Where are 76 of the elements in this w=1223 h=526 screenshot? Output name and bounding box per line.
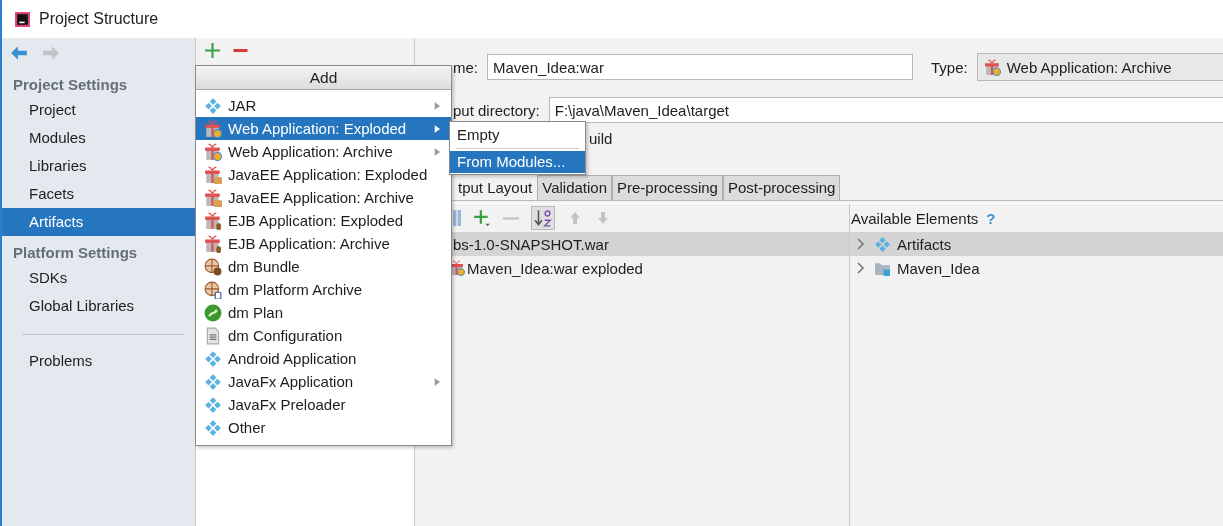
menu-item[interactable]: dm Plan — [196, 301, 451, 324]
section-heading: Project Settings — [13, 75, 128, 95]
tree-item[interactable]: Maven_Idea:war exploded — [467, 259, 643, 277]
sidebar-item[interactable]: Facets — [2, 180, 195, 208]
diamond-cluster-icon — [204, 96, 222, 115]
sort-alphabetical-icon — [534, 209, 552, 227]
diamond-cluster-icon — [204, 418, 222, 437]
down-arrow-icon — [595, 210, 611, 226]
sidebar-item[interactable]: Problems — [2, 347, 195, 375]
tree-row[interactable]: Maven_Idea — [850, 256, 1223, 280]
move-up-button[interactable] — [567, 210, 583, 226]
gift-bean-icon — [204, 211, 222, 230]
menu-item[interactable]: Empty — [450, 124, 585, 146]
menu-item[interactable]: JavaEE Application: Exploded — [196, 163, 451, 186]
name-label: me: — [453, 58, 478, 76]
window-title: Project Structure — [39, 10, 159, 28]
sidebar-item[interactable]: Libraries — [2, 152, 195, 180]
menu-item[interactable]: From Modules... — [450, 151, 585, 173]
type-label: Type: — [931, 58, 968, 76]
menu-item[interactable]: dm Configuration — [196, 324, 451, 347]
forward-arrow-icon — [42, 44, 60, 62]
name-field[interactable]: Maven_Idea:war — [487, 54, 913, 80]
tab[interactable]: Pre-processing — [612, 175, 723, 200]
sidebar-item[interactable]: Modules — [2, 124, 195, 152]
gift-ee-icon — [204, 165, 222, 184]
gift-ee-icon — [204, 188, 222, 207]
menu-item[interactable]: Android Application — [196, 347, 451, 370]
menu-item[interactable]: EJB Application: Exploded — [196, 209, 451, 232]
leaf-ball-icon — [204, 303, 222, 322]
menu-item[interactable]: JavaFx Preloader — [196, 393, 451, 416]
tree-row[interactable]: Artifacts — [850, 232, 1223, 256]
back-arrow-icon — [10, 44, 28, 62]
diamond-cluster-icon — [874, 235, 891, 253]
gift-bean-icon — [204, 234, 222, 253]
sidebar-item[interactable]: Global Libraries — [2, 292, 195, 320]
diamond-cluster-icon — [204, 395, 222, 414]
diamond-cluster-icon — [204, 372, 222, 391]
gift-globe-icon — [204, 142, 222, 161]
sidebar-item[interactable]: SDKs — [2, 264, 195, 292]
show-content-button[interactable] — [453, 210, 461, 226]
gift-globe-icon — [983, 58, 1001, 76]
menu-item[interactable]: JavaEE Application: Archive — [196, 186, 451, 209]
striped-bar-icon — [453, 210, 461, 226]
web-ball-icon — [204, 257, 222, 276]
sidebar-item[interactable]: Artifacts — [2, 208, 195, 236]
minus-icon — [233, 49, 248, 52]
available-elements-label: Available Elements — [851, 209, 979, 227]
up-arrow-icon — [567, 210, 583, 226]
sidebar-item[interactable]: Project — [2, 96, 195, 124]
plus-icon — [473, 209, 491, 227]
section-heading: Platform Settings — [13, 243, 138, 263]
document-icon — [204, 326, 222, 345]
menu-item[interactable]: JavaFx Application — [196, 370, 451, 393]
plus-icon — [204, 42, 221, 59]
tab[interactable]: Post-processing — [722, 175, 841, 200]
move-down-button[interactable] — [595, 210, 611, 226]
web-ball-lock-icon — [204, 280, 222, 299]
menu-item[interactable]: Web Application: Archive — [196, 140, 451, 163]
menu-item[interactable]: dm Bundle — [196, 255, 451, 278]
type-dropdown[interactable]: Web Application: Archive — [976, 53, 1223, 81]
tab[interactable]: Validation — [537, 175, 612, 200]
menu-item[interactable]: JAR — [196, 94, 451, 117]
build-label: uild — [589, 129, 613, 147]
menu-item[interactable]: Web Application: Exploded — [196, 117, 451, 140]
output-directory-field[interactable]: F:\java\Maven_Idea\target — [548, 97, 1223, 123]
minus-icon — [503, 216, 519, 220]
menu-title: Add — [196, 66, 451, 90]
app-logo-icon — [14, 10, 31, 28]
menu-item[interactable]: dm Platform Archive — [196, 278, 451, 301]
gift-globe-icon — [204, 119, 222, 138]
output-directory-label: put directory: — [453, 101, 540, 119]
add-element-button[interactable] — [473, 209, 491, 227]
sort-button[interactable] — [531, 206, 555, 230]
menu-item[interactable]: Other — [196, 416, 451, 439]
diamond-cluster-icon — [204, 349, 222, 368]
remove-element-button[interactable] — [503, 216, 519, 220]
